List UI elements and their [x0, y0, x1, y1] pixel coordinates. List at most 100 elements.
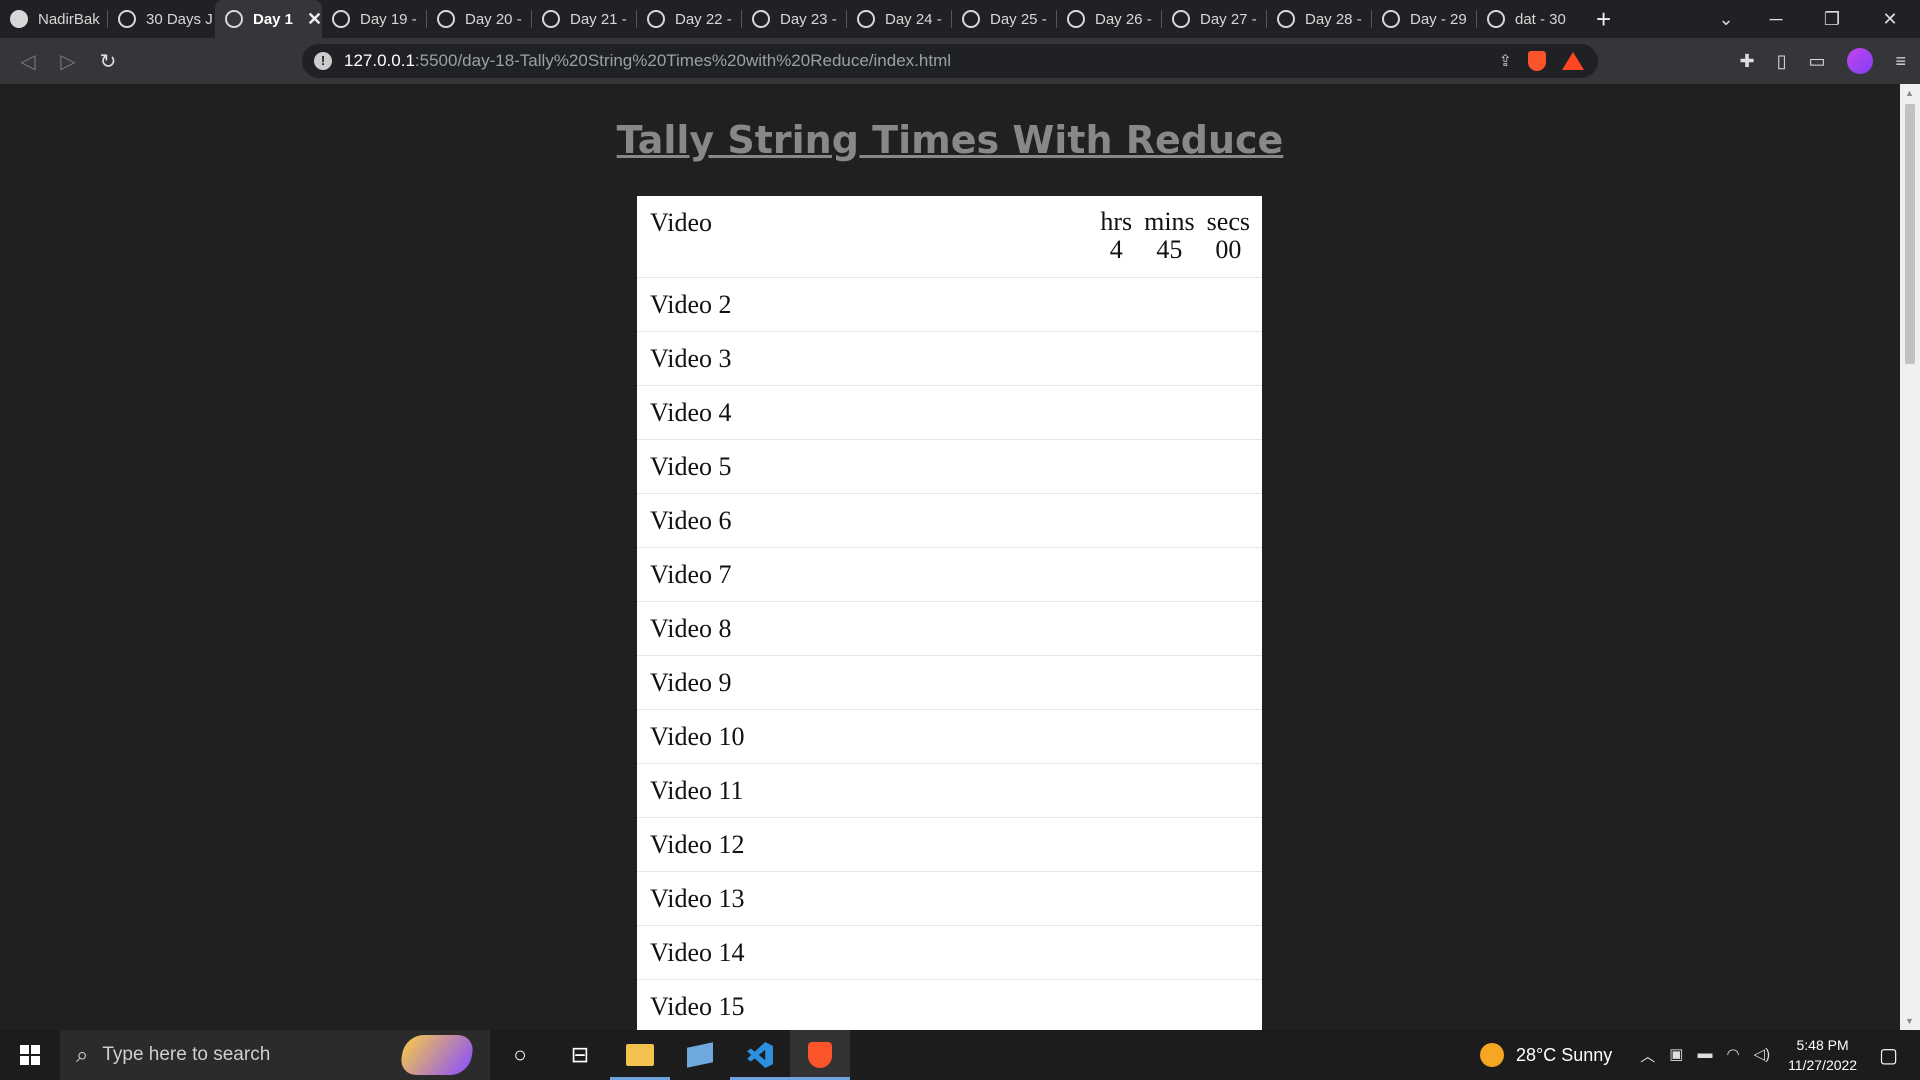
- brave-shields-icon[interactable]: [1528, 51, 1546, 71]
- list-item: Video 2: [637, 278, 1262, 332]
- menu-icon[interactable]: ≡: [1895, 51, 1906, 72]
- task-view-icon[interactable]: ⊟: [550, 1030, 610, 1080]
- computer-icon: [687, 1042, 713, 1068]
- avatar[interactable]: [1847, 48, 1874, 74]
- brave-button[interactable]: [790, 1030, 850, 1080]
- globe-icon: [1172, 10, 1190, 28]
- page-scrollbar[interactable]: ▲ ▼: [1900, 84, 1920, 1030]
- vscode-icon: [747, 1042, 773, 1068]
- globe-icon: [437, 10, 455, 28]
- forward-icon[interactable]: ▷: [48, 49, 88, 74]
- site-info-icon[interactable]: !: [314, 52, 332, 70]
- hrs-label: hrs: [1100, 207, 1133, 236]
- cortana-icon[interactable]: ○: [490, 1030, 550, 1080]
- tab-day-27[interactable]: Day 27 -: [1162, 0, 1267, 38]
- notifications-icon[interactable]: ▢: [1879, 1043, 1898, 1068]
- new-tab-button[interactable]: +: [1582, 4, 1625, 35]
- tab-day-24[interactable]: Day 24 -: [847, 0, 952, 38]
- url-host: 127.0.0.1: [344, 51, 415, 70]
- scrollbar-thumb[interactable]: [1905, 104, 1915, 364]
- list-item: Video 14: [637, 926, 1262, 980]
- tab-day-19[interactable]: Day 19 -: [322, 0, 427, 38]
- globe-icon: [332, 10, 350, 28]
- list-item: Video 9: [637, 656, 1262, 710]
- globe-icon: [1277, 10, 1295, 28]
- secs-value: 00: [1215, 235, 1242, 264]
- meet-now-icon[interactable]: ▣: [1669, 1045, 1683, 1066]
- tab-day-21[interactable]: Day 21 -: [532, 0, 637, 38]
- volume-icon[interactable]: ◁): [1754, 1045, 1771, 1066]
- globe-icon: [542, 10, 560, 28]
- clock[interactable]: 5:48 PM 11/27/2022: [1788, 1035, 1857, 1075]
- tab-day-23[interactable]: Day 23 -: [742, 0, 847, 38]
- scroll-down-icon[interactable]: ▼: [1905, 1016, 1914, 1026]
- globe-icon: [752, 10, 770, 28]
- extensions-icon[interactable]: ✚: [1739, 51, 1754, 72]
- address-bar[interactable]: ! 127.0.0.1:5500/day-18-Tally%20String%2…: [302, 44, 1598, 78]
- network-icon[interactable]: ◠: [1726, 1045, 1739, 1066]
- globe-icon: [857, 10, 875, 28]
- windows-icon: [20, 1045, 40, 1065]
- list-item: Video 7: [637, 548, 1262, 602]
- wallet-icon[interactable]: ▭: [1808, 51, 1825, 72]
- url-path: :5500/day-18-Tally%20String%20Times%20wi…: [414, 51, 952, 70]
- globe-icon: [1382, 10, 1400, 28]
- github-icon: [10, 10, 28, 28]
- tab-30-days[interactable]: 30 Days J: [108, 0, 215, 38]
- weather-icon[interactable]: [1479, 1043, 1504, 1067]
- globe-icon: [962, 10, 980, 28]
- search-placeholder: Type here to search: [102, 1044, 271, 1065]
- brave-rewards-icon[interactable]: [1562, 52, 1584, 70]
- tab-day-22[interactable]: Day 22 -: [637, 0, 742, 38]
- tab-strip: NadirBak 30 Days J Day 1 ✕ Day 19 - Day 2…: [0, 0, 1920, 38]
- taskbar: ⌕ Type here to search ○ ⊟ 28°C Sunny ︿ ▣…: [0, 1030, 1920, 1080]
- page-title: Tally String Times With Reduce: [616, 118, 1284, 162]
- weather-text[interactable]: 28°C Sunny: [1516, 1045, 1612, 1066]
- show-hidden-icons[interactable]: ︿: [1640, 1045, 1655, 1066]
- header-label: Video: [650, 208, 712, 237]
- list-header: Video hrs 4 mins 45 secs 00: [637, 196, 1262, 278]
- folder-icon: [626, 1044, 654, 1066]
- file-explorer-button[interactable]: [610, 1030, 670, 1080]
- tab-day-28[interactable]: Day 28 -: [1267, 0, 1372, 38]
- vscode-button[interactable]: [730, 1030, 790, 1080]
- hrs-value: 4: [1109, 235, 1123, 264]
- start-button[interactable]: [0, 1030, 60, 1080]
- scroll-up-icon[interactable]: ▲: [1905, 88, 1914, 98]
- share-icon[interactable]: ⇪: [1499, 51, 1512, 71]
- total-time: hrs 4 mins 45 secs 00: [1100, 208, 1250, 264]
- close-tab-icon[interactable]: ✕: [307, 9, 322, 30]
- clock-time: 5:48 PM: [1796, 1037, 1849, 1053]
- this-pc-button[interactable]: [670, 1030, 730, 1080]
- tab-github[interactable]: NadirBak: [0, 0, 108, 38]
- browser-toolbar: ◁ ▷ ↻ ! 127.0.0.1:5500/day-18-Tally%20St…: [0, 38, 1920, 84]
- list-item: Video 8: [637, 602, 1262, 656]
- list-item: Video 11: [637, 764, 1262, 818]
- tab-day-29[interactable]: Day - 29: [1372, 0, 1477, 38]
- minimize-icon[interactable]: ─: [1756, 0, 1796, 38]
- tab-day-30[interactable]: dat - 30: [1477, 0, 1582, 38]
- videos-list: Video hrs 4 mins 45 secs 00 Video 2 Video 3…: [637, 196, 1262, 1034]
- list-item: Video 15: [637, 980, 1262, 1034]
- globe-icon: [225, 10, 243, 28]
- close-window-icon[interactable]: ✕: [1870, 0, 1910, 38]
- battery-icon[interactable]: ▬: [1697, 1045, 1712, 1066]
- sidebar-icon[interactable]: ▯: [1777, 51, 1787, 72]
- tab-day-18-active[interactable]: Day 1 ✕: [215, 0, 322, 38]
- restore-icon[interactable]: ❐: [1812, 0, 1852, 38]
- reload-icon[interactable]: ↻: [88, 49, 128, 74]
- tab-day-20[interactable]: Day 20 -: [427, 0, 532, 38]
- taskbar-search[interactable]: ⌕ Type here to search: [60, 1030, 490, 1080]
- list-item: Video 10: [637, 710, 1262, 764]
- tab-day-25[interactable]: Day 25 -: [952, 0, 1057, 38]
- back-icon[interactable]: ◁: [8, 49, 48, 74]
- brave-icon: [808, 1042, 832, 1068]
- tab-search-icon[interactable]: ⌄: [1706, 0, 1746, 38]
- list-item: Video 12: [637, 818, 1262, 872]
- tab-day-26[interactable]: Day 26 -: [1057, 0, 1162, 38]
- globe-icon: [118, 10, 136, 28]
- list-item: Video 3: [637, 332, 1262, 386]
- globe-icon: [1487, 10, 1505, 28]
- secs-label: secs: [1206, 207, 1250, 236]
- mins-label: mins: [1144, 207, 1195, 236]
